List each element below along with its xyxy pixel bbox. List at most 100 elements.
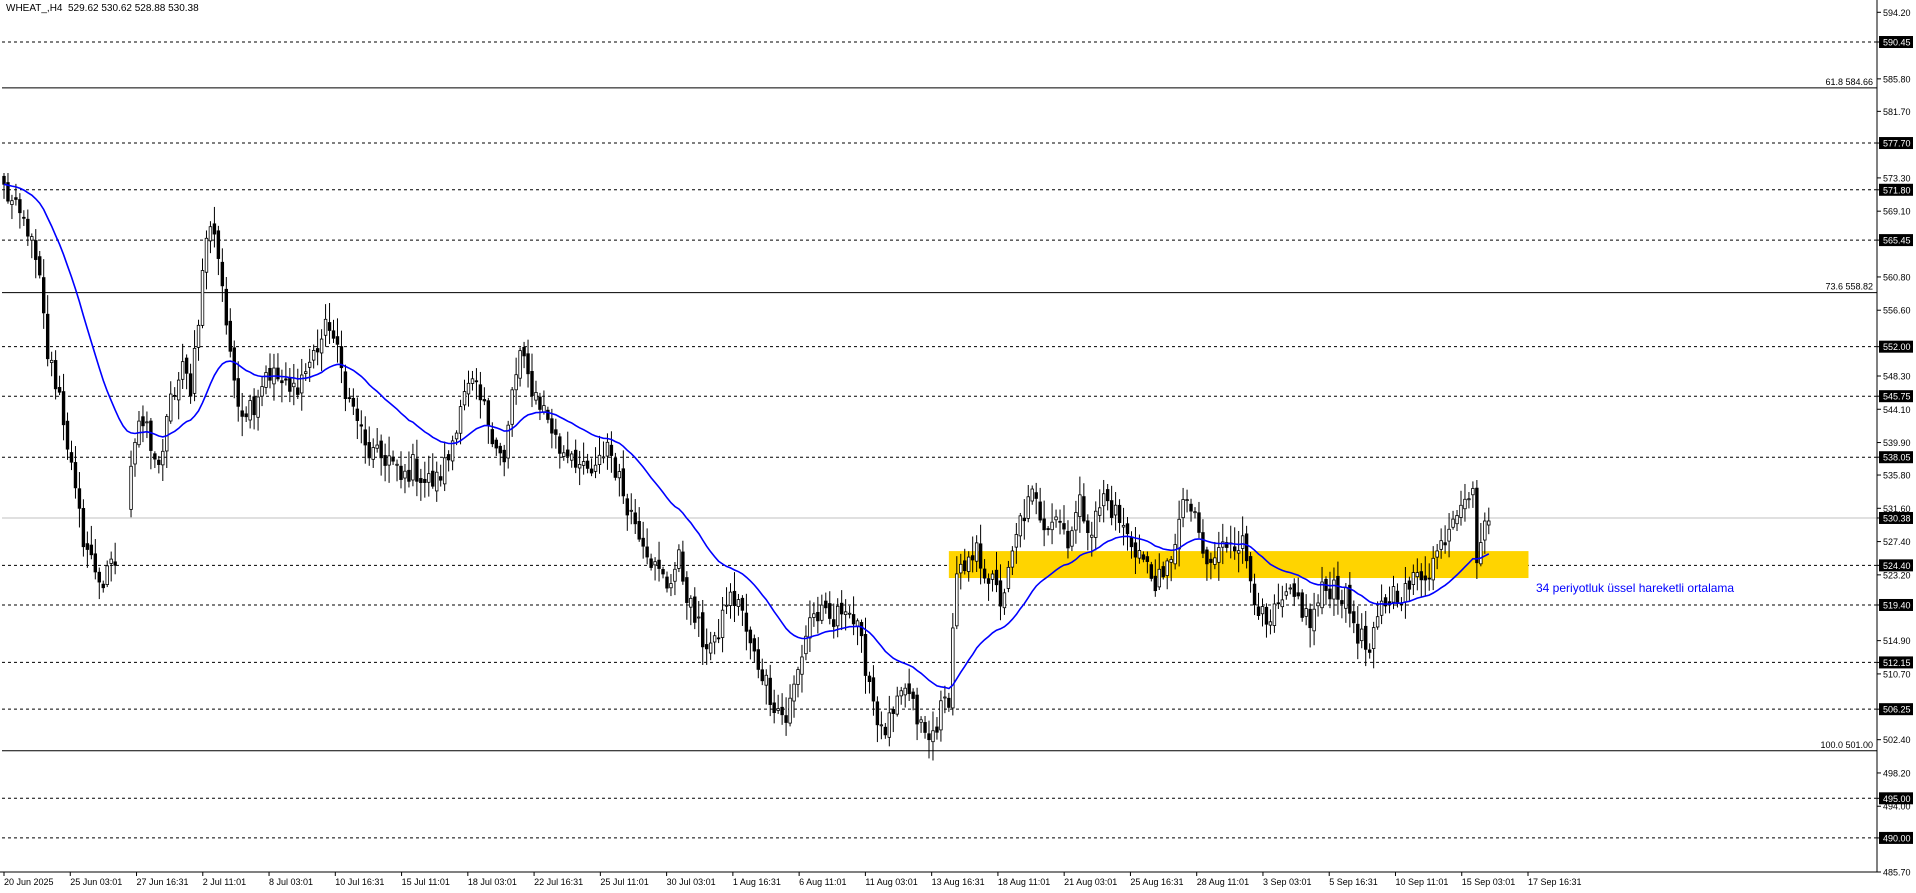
candle-body: [629, 509, 633, 512]
candle-body: [836, 605, 840, 627]
candle-body: [1074, 512, 1078, 531]
candle-body: [558, 436, 562, 454]
candle-body: [1014, 534, 1019, 548]
candle-body: [1292, 583, 1296, 597]
candle-body: [252, 396, 256, 416]
candle-body: [355, 408, 360, 421]
y-tick-label: 519.40: [1883, 600, 1911, 610]
x-tick-label: 15 Jul 11:01: [402, 877, 450, 887]
candle-body: [423, 478, 427, 483]
candle-body: [232, 347, 236, 381]
candle-body: [22, 216, 26, 219]
candle-body: [466, 382, 471, 395]
candle-body: [1260, 606, 1265, 615]
ema-annotation: 34 periyotluk üssel hareketli ortalama: [1536, 581, 1734, 595]
candle-body: [10, 200, 14, 205]
y-tick-label: 565.45: [1883, 236, 1911, 246]
candle-body: [61, 391, 66, 426]
candle-body: [990, 573, 995, 580]
candle-body: [518, 350, 522, 379]
candle-body: [85, 543, 90, 550]
candle-body: [323, 318, 328, 336]
candle-body: [311, 350, 316, 361]
y-tick-label: 571.80: [1883, 185, 1911, 195]
candle-body: [653, 561, 657, 566]
candle-body: [768, 677, 772, 705]
x-tick-label: 17 Sep 16:31: [1528, 877, 1582, 887]
candle-body: [792, 683, 796, 702]
candle-body: [57, 387, 62, 393]
candle-body: [105, 565, 109, 585]
x-tick-label: 25 Jul 11:01: [600, 877, 648, 887]
candle-body: [903, 687, 907, 696]
candle-body: [712, 635, 717, 643]
candle-body: [1086, 520, 1090, 534]
candle-body: [65, 420, 70, 450]
candle-body: [994, 569, 999, 586]
candle-body: [550, 418, 554, 434]
candle-body: [1101, 493, 1106, 507]
candle-body: [1201, 532, 1205, 554]
y-tick-label: 556.60: [1883, 306, 1911, 316]
candle-body: [343, 371, 348, 400]
candle-body: [915, 694, 919, 725]
candle-body: [1038, 501, 1042, 521]
candle-body: [1463, 498, 1467, 510]
candle-body: [708, 642, 713, 654]
candle-body: [196, 324, 201, 348]
candle-body: [1090, 534, 1094, 538]
fib-level-label: 73.6 558.82: [1825, 282, 1873, 292]
candle-body: [200, 270, 205, 326]
candle-body: [133, 442, 137, 465]
candle-body: [347, 397, 352, 400]
trading-chart[interactable]: 594.20 590.45 585.80 581.70 577.70 573.30 571.…: [0, 0, 1916, 888]
candle-body: [1256, 606, 1261, 616]
candle-body: [165, 416, 169, 452]
candle-body: [887, 712, 892, 738]
candle-body: [562, 452, 566, 457]
candle-body: [959, 563, 963, 574]
candle-body: [224, 288, 229, 326]
x-tick-label: 10 Jul 16:31: [335, 877, 384, 887]
candle-body: [1113, 504, 1118, 516]
candle-body: [482, 399, 487, 402]
candle-body: [851, 614, 856, 625]
y-tick-label: 548.30: [1883, 371, 1911, 381]
candle-body: [1435, 550, 1439, 558]
candle-body: [982, 568, 987, 579]
candle-body: [669, 583, 673, 589]
x-tick-label: 18 Jul 03:01: [468, 877, 517, 887]
candle-body: [1427, 577, 1431, 580]
candle-body: [442, 457, 447, 485]
candle-body: [637, 521, 641, 540]
candle-body: [689, 597, 693, 608]
candle-body: [1252, 583, 1257, 606]
candle-body: [1149, 564, 1154, 579]
candle-body: [454, 432, 459, 440]
candle-body: [2, 175, 6, 185]
candle-body: [1209, 558, 1213, 563]
candle-body: [1276, 602, 1281, 605]
candle-body: [1451, 518, 1455, 528]
candle-body: [736, 599, 741, 607]
candle-body: [1185, 499, 1189, 501]
candle-body: [1268, 621, 1273, 626]
candle-body: [1352, 611, 1356, 624]
y-tick-label: 544.10: [1883, 405, 1911, 415]
candle-body: [927, 733, 931, 741]
candle-body: [867, 675, 872, 682]
y-tick-label: 585.80: [1883, 74, 1911, 84]
candle-body: [951, 627, 955, 709]
candle-body: [69, 452, 74, 463]
candle-body: [1483, 520, 1487, 541]
candle-body: [808, 617, 812, 639]
candle-body: [176, 379, 181, 401]
candle-body: [566, 449, 570, 457]
y-tick-label: 527.40: [1883, 537, 1911, 547]
candle-body: [581, 461, 586, 466]
candle-body: [824, 600, 828, 609]
candle-body: [1280, 599, 1285, 608]
candle-body: [649, 558, 653, 568]
candle-body: [34, 240, 38, 260]
chart-canvas[interactable]: 594.20 590.45 585.80 581.70 577.70 573.30 571.…: [0, 0, 1916, 888]
